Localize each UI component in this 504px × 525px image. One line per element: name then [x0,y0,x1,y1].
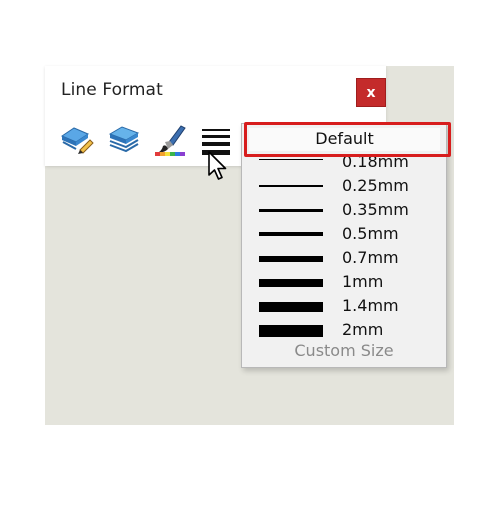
close-button[interactable]: x [356,78,386,107]
paintbrush-color-icon[interactable] [153,122,187,156]
window-title: Line Format [61,80,163,100]
line-swatch [259,256,323,262]
width-option-2mm[interactable]: 2mm [259,320,444,342]
width-option-1mm[interactable]: 1mm [259,272,444,294]
line-color-stack-icon[interactable] [108,122,142,156]
width-option-0-25mm[interactable]: 0.25mm [259,176,444,198]
width-option-label: 1.4mm [342,296,399,315]
line-swatch [259,325,323,337]
line-swatch [259,232,323,236]
width-option-0-7mm[interactable]: 0.7mm [259,248,444,270]
width-option-0-35mm[interactable]: 0.35mm [259,200,444,222]
width-option-0-18mm[interactable]: 0.18mm [259,152,444,176]
line-color-pencil-icon[interactable] [60,122,94,156]
custom-size-option[interactable]: Custom Size [242,341,446,360]
line-swatch [259,279,323,287]
width-option-label: 0.35mm [342,200,409,219]
width-option-1-4mm[interactable]: 1.4mm [259,296,444,318]
default-highlight-box [244,122,451,157]
line-swatch [259,185,323,187]
width-option-0-5mm[interactable]: 0.5mm [259,224,444,246]
line-swatch [259,159,323,160]
line-swatch [259,209,323,212]
line-width-dropdown: Default 0.18mm 0.25mm 0.35mm 0.5mm 0.7mm… [241,123,447,368]
width-option-label: 2mm [342,320,384,339]
width-option-label: 0.25mm [342,176,409,195]
width-option-label: 1mm [342,272,384,291]
line-swatch [259,302,323,312]
mouse-cursor-icon [206,150,232,188]
width-option-label: 0.5mm [342,224,399,243]
width-option-label: 0.7mm [342,248,399,267]
